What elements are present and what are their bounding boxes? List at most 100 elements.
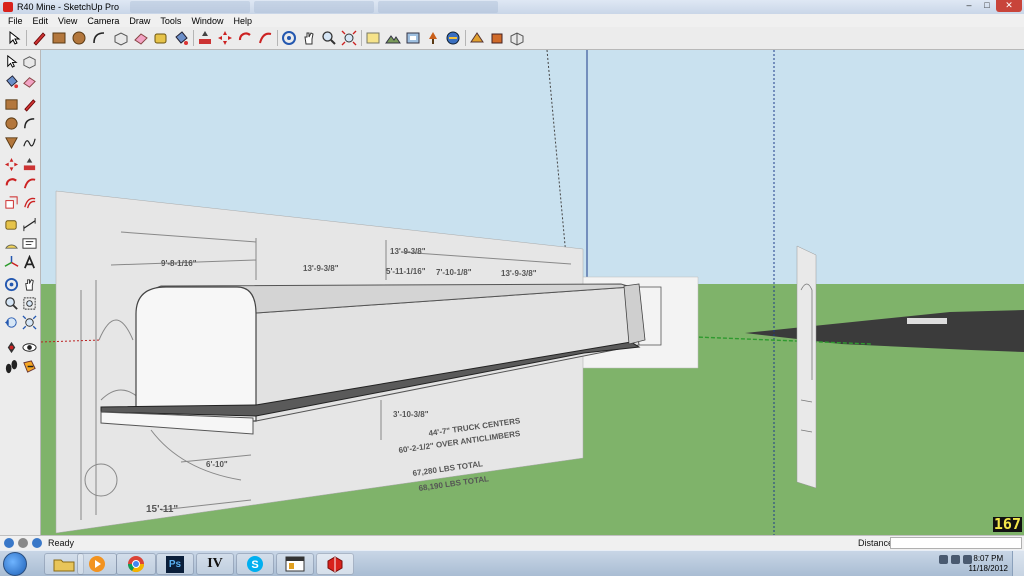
zoom-tool-icon[interactable]	[321, 30, 337, 46]
look-around-icon[interactable]	[22, 340, 37, 355]
move-tool-icon[interactable]	[4, 157, 19, 172]
menu-window[interactable]: Window	[186, 16, 228, 26]
make-component-icon[interactable]	[22, 54, 37, 69]
select-tool-icon[interactable]	[4, 54, 19, 69]
flag-icon[interactable]	[939, 555, 948, 564]
menu-camera[interactable]: Camera	[82, 16, 124, 26]
eraser-tool-icon[interactable]	[133, 30, 149, 46]
rotate-tool-icon[interactable]	[4, 176, 19, 191]
zoom-window-icon[interactable]	[22, 296, 37, 311]
scale-tool-icon[interactable]	[4, 195, 19, 210]
toggle-terrain-icon[interactable]	[385, 30, 401, 46]
menu-draw[interactable]: Draw	[124, 16, 155, 26]
orbit-tool-icon[interactable]	[4, 277, 19, 292]
model-scene[interactable]: 9'-8-1/16" 13'-9-3/8" 13'-9-3/8" 5'-11-1…	[41, 50, 1024, 535]
pan-tool-icon[interactable]	[22, 277, 37, 292]
maximize-button[interactable]: □	[978, 0, 996, 12]
get-models-icon[interactable]	[425, 30, 441, 46]
taskbar-gta-iv[interactable]: IV	[196, 553, 234, 575]
arc-tool-icon[interactable]	[22, 116, 37, 131]
push-pull-icon[interactable]	[22, 157, 37, 172]
extension-warehouse-icon[interactable]	[489, 30, 505, 46]
menu-edit[interactable]: Edit	[28, 16, 54, 26]
dimension-tool-icon[interactable]	[22, 217, 37, 232]
menu-tools[interactable]: Tools	[155, 16, 186, 26]
side-reference-image	[796, 245, 817, 489]
zoom-extents-icon[interactable]	[22, 315, 37, 330]
background-tab	[254, 1, 374, 13]
orbit-tool-icon[interactable]	[281, 30, 297, 46]
show-desktop-button[interactable]	[1012, 551, 1024, 576]
system-clock[interactable]: 8:07 PM 11/18/2012	[969, 554, 1008, 574]
freehand-tool-icon[interactable]	[22, 135, 37, 150]
rectangle-tool-icon[interactable]	[51, 30, 67, 46]
gta-iv-icon: IV	[207, 556, 223, 571]
follow-me-icon[interactable]	[22, 176, 37, 191]
previous-view-icon[interactable]	[4, 315, 19, 330]
background-tab	[378, 1, 498, 13]
circle-tool-icon[interactable]	[4, 116, 19, 131]
aerial-image-mark	[907, 318, 947, 324]
geo-location-icon[interactable]	[4, 538, 14, 548]
measurements-input[interactable]	[890, 537, 1022, 549]
zoom-extents-icon[interactable]	[341, 30, 357, 46]
add-location-icon[interactable]	[365, 30, 381, 46]
car-body-front-face[interactable]	[135, 286, 257, 422]
sketchup-app-icon	[3, 2, 13, 12]
paint-bucket-icon[interactable]	[173, 30, 189, 46]
polygon-tool-icon[interactable]	[4, 135, 19, 150]
pan-tool-icon[interactable]	[301, 30, 317, 46]
follow-me-icon[interactable]	[257, 30, 273, 46]
share-component-icon[interactable]	[509, 30, 525, 46]
background-tab	[130, 1, 250, 13]
zoom-tool-icon[interactable]	[4, 296, 19, 311]
select-tool-icon[interactable]	[6, 30, 22, 46]
measurements-label: Distance	[858, 538, 894, 548]
position-camera-icon[interactable]	[4, 340, 19, 355]
move-tool-icon[interactable]	[217, 30, 233, 46]
paint-bucket-icon[interactable]	[4, 74, 19, 89]
taskbar-sketchup[interactable]	[316, 553, 354, 575]
share-model-icon[interactable]	[445, 30, 461, 46]
pencil-line-tool-icon[interactable]	[31, 30, 47, 46]
model-viewport[interactable]: 9'-8-1/16" 13'-9-3/8" 13'-9-3/8" 5'-11-1…	[41, 50, 1024, 535]
sketchup-window: R40 Mine - SketchUp Pro – □ ✕ File Edit …	[0, 0, 1024, 576]
walk-tool-icon[interactable]	[4, 359, 19, 374]
large-tool-set	[0, 50, 41, 535]
tape-measure-icon[interactable]	[153, 30, 169, 46]
rectangle-tool-icon[interactable]	[4, 97, 19, 112]
get-photo-texture-icon[interactable]	[469, 30, 485, 46]
system-tray	[939, 555, 972, 564]
chrome-icon	[127, 556, 145, 573]
offset-tool-icon[interactable]	[22, 195, 37, 210]
menu-view[interactable]: View	[53, 16, 82, 26]
protractor-tool-icon[interactable]	[4, 236, 19, 251]
push-pull-icon[interactable]	[197, 30, 213, 46]
axes-tool-icon[interactable]	[4, 255, 19, 270]
rotate-tool-icon[interactable]	[237, 30, 253, 46]
credits-icon[interactable]	[18, 538, 28, 548]
taskbar-media-player[interactable]	[77, 553, 117, 575]
taskbar-window[interactable]	[276, 553, 314, 575]
circle-tool-icon[interactable]	[71, 30, 87, 46]
menu-file[interactable]: File	[3, 16, 28, 26]
text-tool-icon[interactable]	[22, 236, 37, 251]
taskbar-skype[interactable]: S	[236, 553, 274, 575]
window-icon	[285, 556, 305, 572]
eraser-tool-icon[interactable]	[22, 74, 37, 89]
start-button[interactable]	[3, 552, 27, 576]
network-icon[interactable]	[951, 555, 960, 564]
make-component-icon[interactable]	[113, 30, 129, 46]
3d-text-tool-icon[interactable]	[22, 255, 37, 270]
menu-help[interactable]: Help	[228, 16, 257, 26]
section-plane-icon[interactable]	[22, 359, 37, 374]
taskbar-chrome[interactable]	[116, 553, 156, 575]
taskbar-photoshop[interactable]: Ps	[156, 553, 194, 575]
close-button[interactable]: ✕	[996, 0, 1022, 12]
help-icon[interactable]	[32, 538, 42, 548]
photo-textures-icon[interactable]	[405, 30, 421, 46]
minimize-button[interactable]: –	[960, 0, 978, 12]
tape-measure-icon[interactable]	[4, 217, 19, 232]
line-tool-icon[interactable]	[22, 97, 37, 112]
arc-tool-icon[interactable]	[91, 30, 107, 46]
